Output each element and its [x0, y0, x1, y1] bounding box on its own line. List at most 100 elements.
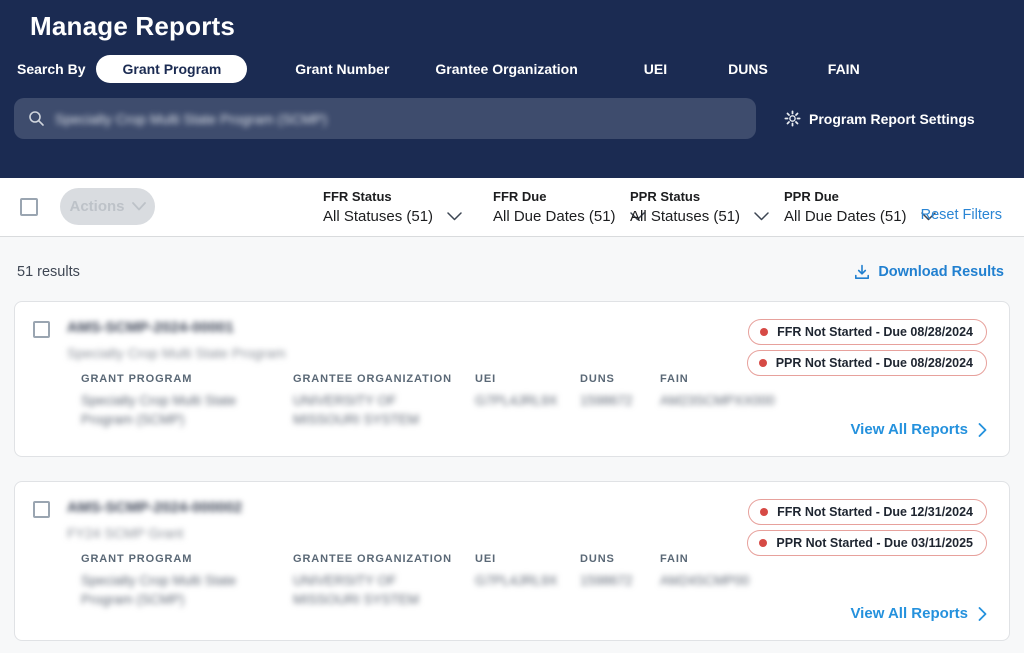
col-fain: FAIN AM23SCMPXX000 — [660, 373, 810, 429]
column-header: UEI — [475, 553, 580, 565]
tab-duns[interactable]: DUNS — [726, 56, 770, 82]
col-fain: FAIN AM24SCMP00 — [660, 553, 810, 609]
col-grant-program: GRANT PROGRAM Specialty Crop Multi State… — [81, 373, 293, 429]
col-grantee-organization: GRANTEE ORGANIZATION UNIVERSITY OF MISSO… — [293, 553, 475, 609]
badge-label: PPR Not Started - Due 08/28/2024 — [776, 356, 973, 370]
filter-label: PPR Status — [630, 188, 769, 205]
card-title-block: AMS-SCMP-2024-00001 Specialty Crop Multi… — [67, 319, 286, 361]
tab-grant-program[interactable]: Grant Program — [96, 55, 247, 83]
results-bar: 51 results Download Results — [0, 237, 1024, 280]
column-header: DUNS — [580, 553, 660, 565]
chevron-down-icon — [132, 202, 146, 211]
grant-program-value: Specialty Crop Multi State Program (SCMP… — [81, 391, 251, 429]
ppr-status-badge: PPR Not Started - Due 08/28/2024 — [747, 350, 987, 376]
download-results-label: Download Results — [878, 264, 1004, 280]
grant-number-link[interactable]: AMS-SCMP-2024-000002 — [67, 499, 242, 516]
filter-label: FFR Status — [323, 188, 462, 205]
grant-program-value: Specialty Crop Multi State Program (SCMP… — [81, 571, 251, 609]
col-duns: DUNS 1598672 — [580, 553, 660, 609]
filter-label: PPR Due — [784, 188, 936, 205]
ffr-status-badge: FFR Not Started - Due 08/28/2024 — [748, 319, 987, 345]
grantee-org-value: UNIVERSITY OF MISSOURI SYSTEM — [293, 571, 441, 609]
status-badges: FFR Not Started - Due 08/28/2024 PPR Not… — [747, 319, 987, 376]
search-input[interactable]: Specialty Crop Multi State Program (SCMP… — [14, 98, 756, 139]
grant-number-link[interactable]: AMS-SCMP-2024-00001 — [67, 319, 234, 336]
search-row: Specialty Crop Multi State Program (SCMP… — [14, 98, 1024, 139]
gear-icon — [784, 110, 801, 127]
download-results-link[interactable]: Download Results — [854, 264, 1004, 280]
row-checkbox[interactable] — [33, 321, 50, 338]
tab-fain[interactable]: FAIN — [826, 56, 862, 82]
program-report-settings-button[interactable]: Program Report Settings — [784, 110, 975, 127]
filter-ffr-due: FFR Due All Due Dates (51) — [493, 188, 645, 225]
status-badges: FFR Not Started - Due 12/31/2024 PPR Not… — [747, 499, 987, 556]
settings-label: Program Report Settings — [809, 111, 975, 127]
column-header: UEI — [475, 373, 580, 385]
page-title: Manage Reports — [0, 0, 1024, 42]
report-card: AMS-SCMP-2024-00001 Specialty Crop Multi… — [14, 301, 1010, 457]
grantee-org-value: UNIVERSITY OF MISSOURI SYSTEM — [293, 391, 441, 429]
report-card: AMS-SCMP-2024-000002 FY24 SCMP Grant FFR… — [14, 481, 1010, 641]
chevron-down-icon — [754, 212, 769, 221]
chevron-down-icon — [447, 212, 462, 221]
actions-label: Actions — [69, 198, 124, 215]
card-subtitle: FY24 SCMP Grant — [67, 525, 183, 541]
row-checkbox[interactable] — [33, 501, 50, 518]
filter-ppr-due: PPR Due All Due Dates (51) — [784, 188, 936, 225]
badge-label: FFR Not Started - Due 08/28/2024 — [777, 325, 973, 339]
download-icon — [854, 264, 870, 280]
ffr-status-badge: FFR Not Started - Due 12/31/2024 — [748, 499, 987, 525]
column-header: GRANT PROGRAM — [81, 553, 293, 565]
filter-ffr-status: FFR Status All Statuses (51) — [323, 188, 462, 225]
uei-value: G7PL4JRL9X — [475, 391, 558, 410]
results-count: 51 results — [17, 264, 80, 280]
card-detail-grid: GRANT PROGRAM Specialty Crop Multi State… — [81, 553, 987, 609]
column-header: GRANTEE ORGANIZATION — [293, 553, 475, 565]
view-all-reports-label: View All Reports — [850, 605, 968, 622]
select-all-checkbox[interactable] — [20, 198, 38, 216]
column-header: GRANTEE ORGANIZATION — [293, 373, 475, 385]
ppr-status-badge: PPR Not Started - Due 03/11/2025 — [747, 530, 987, 556]
filter-value: All Due Dates (51) — [493, 208, 616, 225]
col-grantee-organization: GRANTEE ORGANIZATION UNIVERSITY OF MISSO… — [293, 373, 475, 429]
col-uei: UEI G7PL4JRL9X — [475, 553, 580, 609]
ppr-status-dropdown[interactable]: All Statuses (51) — [630, 208, 769, 225]
reset-filters-link[interactable]: Reset Filters — [921, 207, 1002, 223]
uei-value: G7PL4JRL9X — [475, 571, 558, 590]
filter-value: All Statuses (51) — [323, 208, 433, 225]
col-grant-program: GRANT PROGRAM Specialty Crop Multi State… — [81, 553, 293, 609]
manage-reports-page: Manage Reports Search By Grant Program G… — [0, 0, 1024, 653]
tab-grant-number[interactable]: Grant Number — [293, 56, 391, 82]
actions-button[interactable]: Actions — [60, 188, 155, 225]
view-all-reports-link[interactable]: View All Reports — [850, 421, 987, 438]
search-by-label: Search By — [17, 61, 85, 77]
status-dot-icon — [759, 359, 767, 367]
chevron-right-icon — [978, 423, 987, 437]
filter-label: FFR Due — [493, 188, 645, 205]
card-subtitle: Specialty Crop Multi State Program — [67, 345, 286, 361]
search-value: Specialty Crop Multi State Program (SCMP… — [55, 111, 327, 127]
fain-value: AM24SCMP00 — [660, 571, 749, 590]
filter-value: All Statuses (51) — [630, 208, 740, 225]
tab-uei[interactable]: UEI — [642, 56, 669, 82]
ffr-status-dropdown[interactable]: All Statuses (51) — [323, 208, 462, 225]
status-dot-icon — [760, 508, 768, 516]
duns-value: 1598672 — [580, 571, 633, 590]
filter-bar: Actions FFR Status All Statuses (51) FFR… — [0, 178, 1024, 237]
view-all-reports-link[interactable]: View All Reports — [850, 605, 987, 622]
view-all-reports-label: View All Reports — [850, 421, 968, 438]
col-uei: UEI G7PL4JRL9X — [475, 373, 580, 429]
filter-value: All Due Dates (51) — [784, 208, 907, 225]
badge-label: FFR Not Started - Due 12/31/2024 — [777, 505, 973, 519]
card-title-block: AMS-SCMP-2024-000002 FY24 SCMP Grant — [67, 499, 242, 541]
fain-value: AM23SCMPXX000 — [660, 391, 775, 410]
col-duns: DUNS 1598672 — [580, 373, 660, 429]
column-header: DUNS — [580, 373, 660, 385]
ffr-due-dropdown[interactable]: All Due Dates (51) — [493, 208, 645, 225]
ppr-due-dropdown[interactable]: All Due Dates (51) — [784, 208, 936, 225]
search-icon — [28, 110, 45, 127]
duns-value: 1598672 — [580, 391, 633, 410]
tab-grantee-organization[interactable]: Grantee Organization — [433, 56, 579, 82]
search-by-tabs: Search By Grant Program Grant Number Gra… — [17, 54, 1024, 84]
badge-label: PPR Not Started - Due 03/11/2025 — [776, 536, 973, 550]
